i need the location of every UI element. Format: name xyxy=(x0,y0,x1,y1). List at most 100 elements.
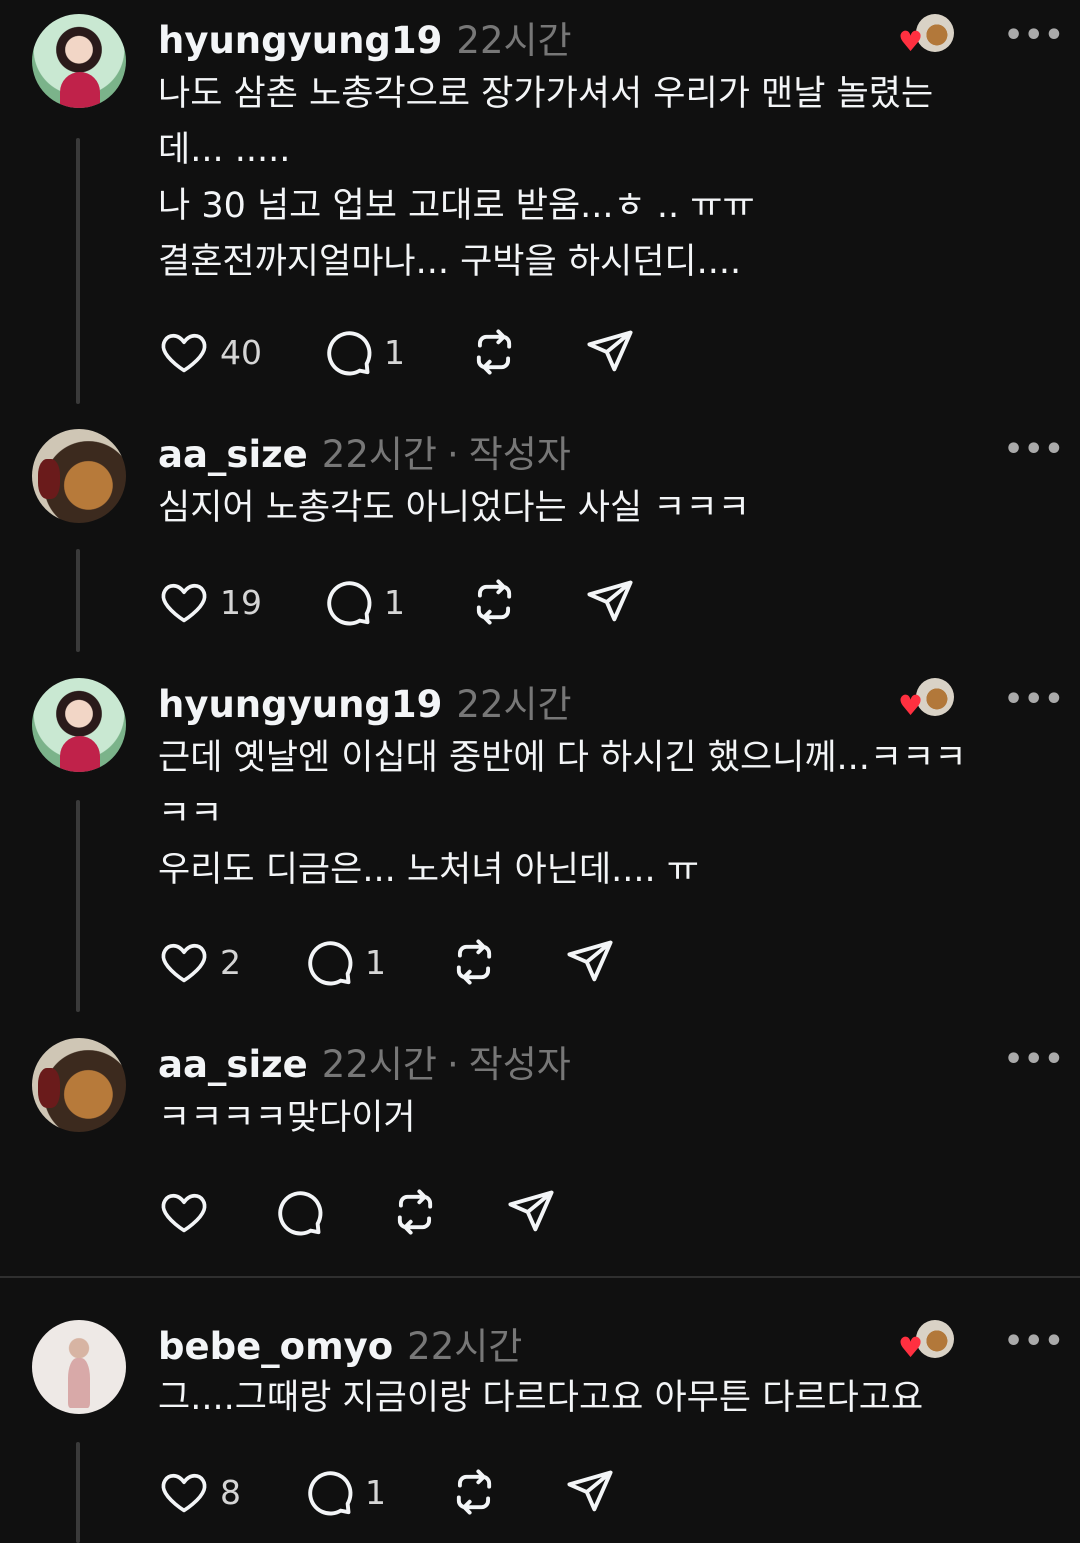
like-count: 19 xyxy=(220,582,262,622)
heart-icon: ♥ xyxy=(898,25,924,58)
more-icon[interactable]: ••• xyxy=(1004,1324,1065,1359)
share-button[interactable] xyxy=(584,326,636,378)
avatar[interactable] xyxy=(32,678,126,772)
repost-icon xyxy=(476,329,512,375)
avatar[interactable] xyxy=(32,1038,126,1132)
timestamp: 22시간 xyxy=(321,1043,437,1086)
share-button[interactable] xyxy=(584,576,636,628)
repost-button[interactable] xyxy=(448,936,500,988)
post-header: hyungyung19 22시간 xyxy=(158,674,572,728)
thread-divider xyxy=(0,1276,1080,1278)
avatar[interactable] xyxy=(32,429,126,523)
share-icon xyxy=(508,1190,554,1232)
post-header: bebe_omyo 22시간 xyxy=(158,1316,522,1370)
username[interactable]: aa_size xyxy=(158,433,308,476)
post-body: ㅋㅋㅋㅋ맞다이거 xyxy=(158,1090,1038,1146)
separator: · xyxy=(446,1043,459,1086)
timestamp: 22시간 xyxy=(321,433,437,476)
share-icon xyxy=(567,940,613,982)
username[interactable]: bebe_omyo xyxy=(158,1325,393,1368)
like-count: 40 xyxy=(220,332,262,372)
like-count: 8 xyxy=(220,1472,241,1512)
heart-icon xyxy=(161,943,207,983)
post-text-line: 나 30 넘고 업보 고대로 받움...ㅎ .. ㅠㅠ xyxy=(158,186,755,226)
share-icon xyxy=(587,330,633,372)
reply-count: 1 xyxy=(365,1472,386,1512)
author-liked-badge: ♥ xyxy=(898,1320,958,1364)
share-button[interactable] xyxy=(564,1466,616,1518)
more-icon[interactable]: ••• xyxy=(1004,432,1065,467)
reply-button[interactable]: 1 xyxy=(303,936,386,988)
username[interactable]: hyungyung19 xyxy=(158,19,442,62)
reply-button[interactable]: 1 xyxy=(303,1466,386,1518)
separator: · xyxy=(446,433,459,476)
like-button[interactable] xyxy=(158,1186,220,1238)
like-count: 2 xyxy=(220,942,241,982)
avatar[interactable] xyxy=(32,14,126,108)
author-liked-badge: ♥ xyxy=(898,14,958,58)
repost-button[interactable] xyxy=(389,1186,441,1238)
like-button[interactable]: 19 xyxy=(158,576,262,628)
post-text-line: ㅋㅋ xyxy=(158,794,223,834)
post-header: aa_size 22시간 · 작성자 xyxy=(158,424,571,478)
heart-icon xyxy=(161,1193,207,1233)
comment-icon xyxy=(308,1471,353,1516)
reply-count: 1 xyxy=(365,942,386,982)
reply-count: 1 xyxy=(384,582,405,622)
post-text-line: 심지어 노총각도 아니었다는 사실 ㅋㅋㅋ xyxy=(158,488,750,528)
author-tag: 작성자 xyxy=(468,433,571,476)
repost-icon xyxy=(476,579,512,625)
repost-button[interactable] xyxy=(468,576,520,628)
share-icon xyxy=(587,580,633,622)
like-button[interactable]: 8 xyxy=(158,1466,241,1518)
post-text-line: 근데 옛날엔 이십대 중반에 다 하시긴 했으니께...ㅋㅋㅋ xyxy=(158,738,967,778)
thread-line xyxy=(76,800,80,1012)
more-icon[interactable]: ••• xyxy=(1004,682,1065,717)
reply-button[interactable] xyxy=(273,1186,335,1238)
share-button[interactable] xyxy=(564,936,616,988)
author-liked-badge: ♥ xyxy=(898,678,958,722)
thread-line xyxy=(76,138,80,404)
repost-button[interactable] xyxy=(448,1466,500,1518)
comment-icon xyxy=(278,1191,323,1236)
thread-line xyxy=(76,549,80,652)
avatar[interactable] xyxy=(32,1320,126,1414)
heart-icon: ♥ xyxy=(898,1331,924,1364)
more-icon[interactable]: ••• xyxy=(1004,18,1065,53)
repost-button[interactable] xyxy=(468,326,520,378)
repost-icon xyxy=(456,939,492,985)
post-body: 그....그때랑 지금이랑 다르다고요 아무튼 다르다고요 xyxy=(158,1370,1038,1426)
reply-button[interactable]: 1 xyxy=(322,576,405,628)
post-body: 근데 옛날엔 이십대 중반에 다 하시긴 했으니께...ㅋㅋㅋ ㅋㅋ 우리도 디… xyxy=(158,730,1038,898)
post-body: 나도 삼촌 노총각으로 장가가셔서 우리가 맨날 놀렸는 데... ..... … xyxy=(158,66,1038,290)
post-header: hyungyung19 22시간 xyxy=(158,10,572,64)
post-header: aa_size 22시간 · 작성자 xyxy=(158,1034,571,1088)
heart-icon xyxy=(161,1473,207,1513)
timestamp: 22시간 xyxy=(456,19,572,62)
heart-icon xyxy=(161,333,207,373)
thread-line xyxy=(76,1442,80,1543)
post-text-line: 데... ..... xyxy=(158,130,291,170)
share-button[interactable] xyxy=(505,1186,557,1238)
username[interactable]: aa_size xyxy=(158,1043,308,1086)
more-icon[interactable]: ••• xyxy=(1004,1042,1065,1077)
comment-icon xyxy=(327,581,372,626)
like-button[interactable]: 2 xyxy=(158,936,241,988)
timestamp: 22시간 xyxy=(407,1325,523,1368)
reply-button[interactable]: 1 xyxy=(322,326,405,378)
reply-count: 1 xyxy=(384,332,405,372)
comment-icon xyxy=(327,331,372,376)
heart-icon xyxy=(161,583,207,623)
share-icon xyxy=(567,1470,613,1512)
post-text-line: 그....그때랑 지금이랑 다르다고요 아무튼 다르다고요 xyxy=(158,1378,924,1418)
heart-icon: ♥ xyxy=(898,689,924,722)
post-text-line: 우리도 디금은... 노처녀 아닌데.... ㅠ xyxy=(158,850,699,890)
like-button[interactable]: 40 xyxy=(158,326,262,378)
comment-icon xyxy=(308,941,353,986)
repost-icon xyxy=(456,1469,492,1515)
author-tag: 작성자 xyxy=(468,1043,571,1086)
username[interactable]: hyungyung19 xyxy=(158,683,442,726)
post-body: 심지어 노총각도 아니었다는 사실 ㅋㅋㅋ xyxy=(158,480,1038,536)
timestamp: 22시간 xyxy=(456,683,572,726)
post-text-line: ㅋㅋㅋㅋ맞다이거 xyxy=(158,1098,416,1138)
